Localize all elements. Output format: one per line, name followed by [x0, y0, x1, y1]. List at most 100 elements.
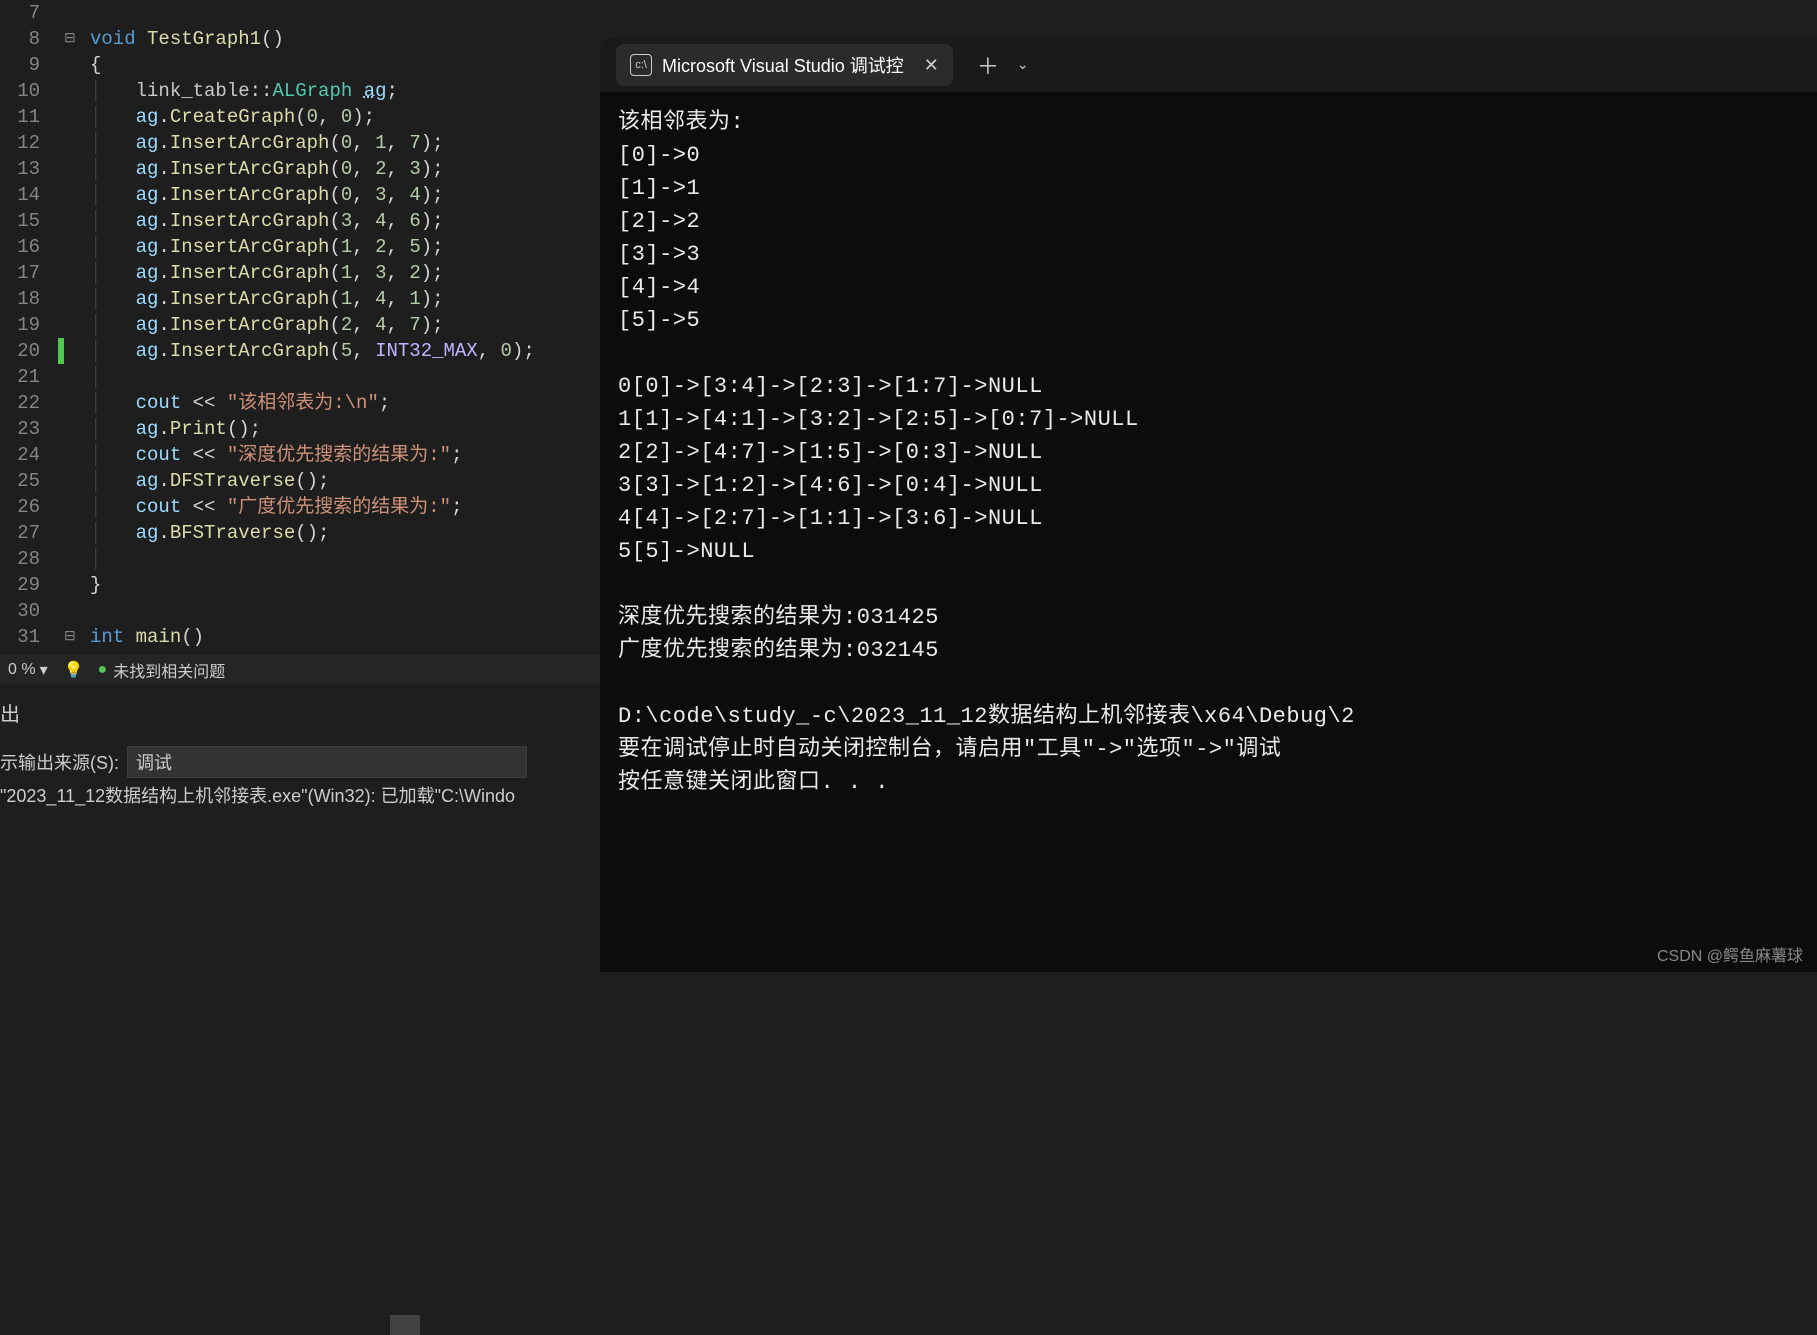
code-text[interactable]: │ ag.InsertArcGraph(1, 4, 1); [90, 286, 444, 312]
code-line[interactable]: 19 │ ag.InsertArcGraph(2, 4, 7); [0, 312, 600, 338]
code-text[interactable]: │ [90, 546, 101, 572]
code-editor[interactable]: 78⊟void TestGraph1()9{10│ link_table::AL… [0, 0, 600, 650]
line-number: 31 [0, 624, 58, 650]
gutter [58, 156, 90, 182]
code-text[interactable]: } [90, 572, 101, 598]
change-bar [58, 338, 64, 364]
gutter [58, 208, 90, 234]
gutter [58, 234, 90, 260]
close-icon[interactable]: ✕ [924, 55, 939, 76]
code-text[interactable]: │ ag.InsertArcGraph(0, 3, 4); [90, 182, 444, 208]
code-line[interactable]: 20│ ag.InsertArcGraph(5, INT32_MAX, 0); [0, 338, 600, 364]
code-text[interactable]: │ cout << "深度优先搜索的结果为:"; [90, 442, 462, 468]
fold-icon[interactable]: ⊟ [64, 624, 76, 650]
code-line[interactable]: 23 │ ag.Print(); [0, 416, 600, 442]
gutter [58, 286, 90, 312]
code-line[interactable]: 16 │ ag.InsertArcGraph(1, 2, 5); [0, 234, 600, 260]
line-number: 19 [0, 312, 58, 338]
code-text[interactable]: │ ag.Print(); [90, 416, 261, 442]
code-line[interactable]: 30 [0, 598, 600, 624]
code-text[interactable]: │ ag.DFSTraverse(); [90, 468, 329, 494]
code-line[interactable]: 17│ ag.InsertArcGraph(1, 3, 2); [0, 260, 600, 286]
code-line[interactable]: 12 │ ag.InsertArcGraph(0, 1, 7); [0, 130, 600, 156]
code-line[interactable]: 28│ [0, 546, 600, 572]
gutter [58, 78, 90, 104]
line-number: 26 [0, 494, 58, 520]
gutter [58, 468, 90, 494]
line-number: 16 [0, 234, 58, 260]
gutter: ⊟ [58, 624, 90, 650]
issues-label[interactable]: 未找到相关问题 [113, 658, 225, 682]
gutter [58, 390, 90, 416]
output-source-select[interactable]: 调试 [127, 746, 527, 778]
gutter [58, 182, 90, 208]
code-text[interactable]: │ ag.InsertArcGraph(1, 3, 2); [90, 260, 444, 286]
new-tab-button[interactable]: ＋ [977, 49, 999, 81]
line-number: 24 [0, 442, 58, 468]
gutter [58, 312, 90, 338]
line-number: 25 [0, 468, 58, 494]
code-line[interactable]: 21│ [0, 364, 600, 390]
code-line[interactable]: 10 │ link_table::ALGraph ag; [0, 78, 600, 104]
code-text[interactable]: │ link_table::ALGraph ag; [90, 78, 398, 104]
gutter [58, 598, 90, 624]
status-percent[interactable]: 0 % ▾ [0, 660, 56, 680]
code-text[interactable]: │ ag.InsertArcGraph(0, 1, 7); [90, 130, 444, 156]
line-number: 9 [0, 52, 58, 78]
line-number: 27 [0, 520, 58, 546]
tab-dropdown-button[interactable]: ⌄ [1017, 57, 1029, 74]
code-line[interactable]: 14│ ag.InsertArcGraph(0, 3, 4); [0, 182, 600, 208]
code-text[interactable]: { [90, 52, 101, 78]
console-titlebar[interactable]: c:\ Microsoft Visual Studio 调试控 ✕ ＋ ⌄ [600, 38, 1817, 92]
gutter: ⊟ [58, 26, 90, 52]
code-text[interactable]: │ cout << "该相邻表为:\n"; [90, 390, 390, 416]
code-line[interactable]: 22│ cout << "该相邻表为:\n"; [0, 390, 600, 416]
line-number: 23 [0, 416, 58, 442]
debug-console-window: c:\ Microsoft Visual Studio 调试控 ✕ ＋ ⌄ 该相… [600, 38, 1817, 972]
code-text[interactable]: │ ag.InsertArcGraph(1, 2, 5); [90, 234, 444, 260]
code-line[interactable]: 8⊟void TestGraph1() [0, 26, 600, 52]
gutter [58, 338, 90, 364]
code-line[interactable]: 24 │ cout << "深度优先搜索的结果为:"; [0, 442, 600, 468]
horizontal-scrollbar[interactable] [390, 1315, 420, 1335]
line-number: 13 [0, 156, 58, 182]
line-number: 12 [0, 130, 58, 156]
line-number: 10 [0, 78, 58, 104]
fold-icon[interactable]: ⊟ [64, 26, 76, 52]
code-line[interactable]: 25 │ ag.DFSTraverse(); [0, 468, 600, 494]
status-bar: 0 % ▾ 💡 ● 未找到相关问题 [0, 655, 600, 685]
code-text[interactable]: │ ag.BFSTraverse(); [90, 520, 329, 546]
lightbulb-icon[interactable]: 💡 [64, 660, 84, 680]
code-text[interactable]: │ ag.InsertArcGraph(2, 4, 7); [90, 312, 444, 338]
code-line[interactable]: 7 [0, 0, 600, 26]
code-line[interactable]: 31⊟ int main() [0, 624, 600, 650]
line-number: 30 [0, 598, 58, 624]
watermark: CSDN @鳄鱼麻薯球 [1657, 942, 1803, 966]
line-number: 7 [0, 0, 58, 26]
gutter [58, 572, 90, 598]
code-line[interactable]: 26 │ cout << "广度优先搜索的结果为:"; [0, 494, 600, 520]
code-line[interactable]: 15 │ ag.InsertArcGraph(3, 4, 6); [0, 208, 600, 234]
output-source-label: 示输出来源(S): [0, 749, 119, 775]
code-line[interactable]: 9{ [0, 52, 600, 78]
code-text[interactable]: void TestGraph1() [90, 26, 284, 52]
code-text[interactable]: │ cout << "广度优先搜索的结果为:"; [90, 494, 462, 520]
console-output[interactable]: 该相邻表为: [0]->0 [1]->1 [2]->2 [3]->3 [4]->… [600, 92, 1817, 813]
code-text[interactable]: │ ag.InsertArcGraph(3, 4, 6); [90, 208, 444, 234]
code-line[interactable]: 18│ ag.InsertArcGraph(1, 4, 1); [0, 286, 600, 312]
code-line[interactable]: 11│ ag.CreateGraph(0, 0); [0, 104, 600, 130]
output-panel-header: 出 [0, 698, 20, 727]
code-text[interactable]: │ ag.CreateGraph(0, 0); [90, 104, 375, 130]
code-text[interactable]: │ [90, 364, 101, 390]
code-line[interactable]: 29} [0, 572, 600, 598]
code-line[interactable]: 13 │ ag.InsertArcGraph(0, 2, 3); [0, 156, 600, 182]
console-tab[interactable]: c:\ Microsoft Visual Studio 调试控 ✕ [616, 44, 953, 86]
code-line[interactable]: 27 │ ag.BFSTraverse(); [0, 520, 600, 546]
code-text[interactable]: │ ag.InsertArcGraph(5, INT32_MAX, 0); [90, 338, 535, 364]
gutter [58, 520, 90, 546]
code-text[interactable]: int main() [90, 624, 204, 650]
gutter [58, 52, 90, 78]
line-number: 15 [0, 208, 58, 234]
terminal-icon: c:\ [630, 54, 652, 76]
code-text[interactable]: │ ag.InsertArcGraph(0, 2, 3); [90, 156, 444, 182]
